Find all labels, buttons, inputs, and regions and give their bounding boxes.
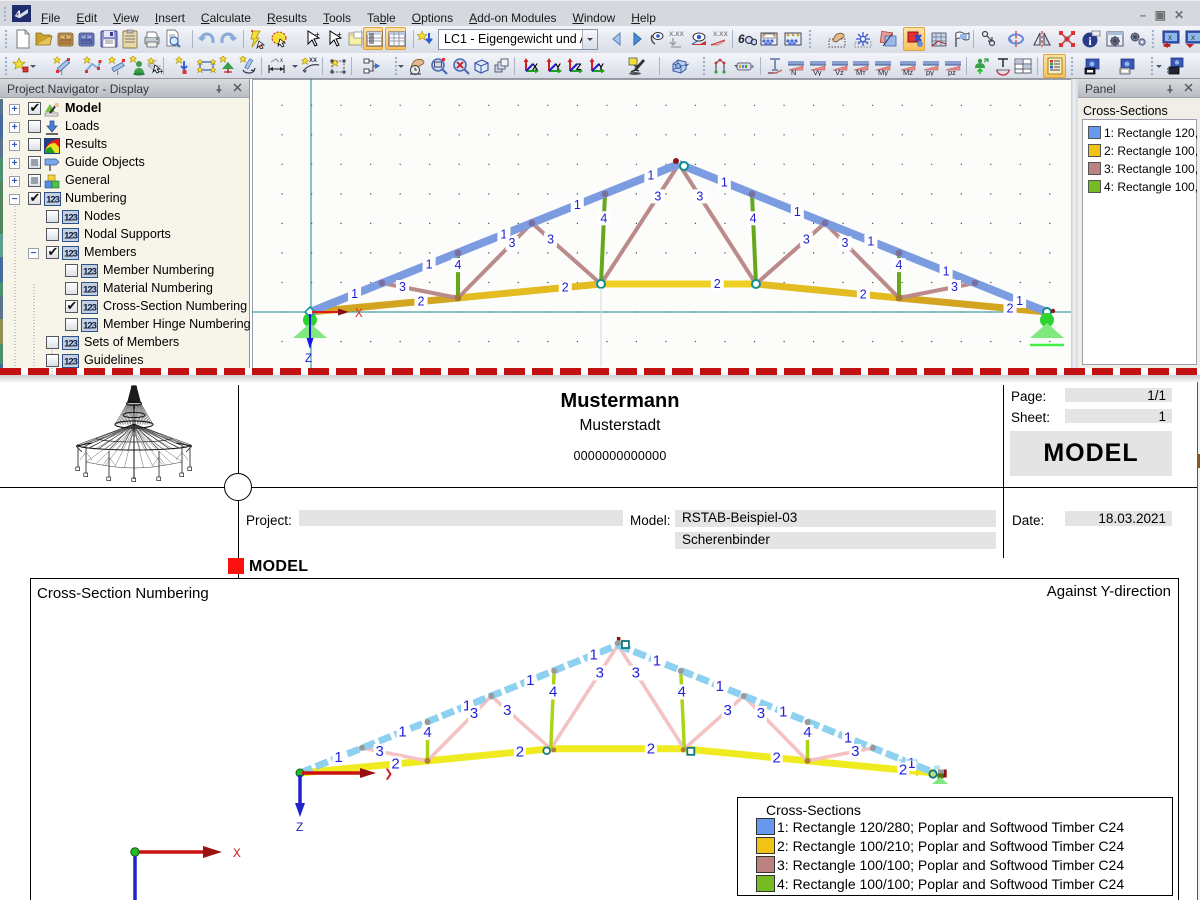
- svg-text:3: 3: [503, 702, 511, 719]
- svg-text:4: 4: [455, 258, 462, 272]
- svg-text:4: 4: [750, 211, 757, 225]
- svg-text:2: 2: [562, 281, 569, 295]
- svg-text:4: 4: [15, 7, 21, 21]
- svg-text:1: 1: [590, 646, 598, 663]
- svg-text:6: 6: [738, 32, 745, 46]
- svg-text:123: 123: [64, 213, 78, 224]
- svg-text:N: N: [791, 68, 796, 76]
- svg-text:4: 4: [896, 258, 903, 272]
- svg-text:2: 2: [714, 277, 721, 291]
- svg-text:Z: Z: [296, 820, 303, 834]
- svg-text:I: I: [117, 71, 119, 76]
- svg-text:Z: Z: [305, 353, 312, 365]
- svg-text:My: My: [878, 68, 888, 76]
- svg-text:123: 123: [83, 285, 97, 296]
- svg-text:1: 1: [574, 198, 581, 212]
- svg-text:2: 2: [647, 740, 655, 757]
- svg-text:3: 3: [851, 743, 859, 760]
- svg-text:Vy: Vy: [813, 68, 822, 76]
- svg-text:Y: Y: [555, 62, 561, 72]
- svg-text:123: 123: [46, 195, 60, 206]
- svg-text:3: 3: [376, 743, 384, 760]
- svg-text:1: 1: [647, 168, 654, 182]
- svg-text:1: 1: [1016, 294, 1023, 308]
- svg-text:py: py: [926, 68, 934, 76]
- svg-text:2: 2: [899, 762, 907, 779]
- svg-text:3: 3: [547, 233, 554, 247]
- svg-text:2: 2: [1007, 302, 1014, 316]
- svg-text:1: 1: [526, 672, 534, 689]
- svg-text:2: 2: [860, 288, 867, 302]
- svg-text:3: 3: [596, 665, 604, 682]
- svg-text:1: 1: [779, 704, 787, 721]
- svg-text:123: 123: [64, 249, 78, 260]
- svg-text:123: 123: [83, 267, 97, 278]
- svg-text:3: 3: [654, 189, 661, 203]
- svg-text:123: 123: [64, 339, 78, 350]
- svg-text:Vz: Vz: [835, 68, 844, 76]
- svg-text:1: 1: [653, 653, 661, 670]
- svg-text:2: 2: [516, 743, 524, 760]
- svg-text:4: 4: [803, 724, 811, 741]
- svg-text:2: 2: [773, 749, 781, 766]
- svg-text:1: 1: [398, 723, 406, 740]
- svg-text:123: 123: [64, 231, 78, 242]
- svg-text:1: 1: [943, 265, 950, 279]
- svg-text:123: 123: [83, 321, 97, 332]
- svg-text:4: 4: [678, 683, 686, 700]
- svg-text:3: 3: [696, 189, 703, 203]
- svg-text:1: 1: [867, 235, 874, 249]
- svg-text:Z: Z: [576, 62, 582, 72]
- svg-text:1: 1: [351, 287, 358, 301]
- svg-text:X: X: [532, 62, 538, 72]
- svg-text:3: 3: [803, 233, 810, 247]
- svg-text:1: 1: [334, 749, 342, 766]
- svg-text:X: X: [355, 308, 363, 320]
- svg-text:3: 3: [632, 665, 640, 682]
- svg-text:pz: pz: [948, 68, 956, 76]
- svg-text:3: 3: [951, 280, 958, 294]
- svg-text:1: 1: [721, 176, 728, 190]
- svg-text:X: X: [1191, 36, 1195, 42]
- svg-text:3: 3: [509, 236, 516, 250]
- svg-text:X.XX: X.XX: [713, 31, 728, 38]
- svg-text:3: 3: [399, 280, 406, 294]
- svg-text:123: 123: [64, 357, 78, 368]
- svg-text:+: +: [337, 30, 342, 39]
- svg-text:X: X: [1168, 36, 1172, 42]
- svg-text:Mᴛ: Mᴛ: [856, 68, 866, 76]
- svg-text:XX: XX: [309, 58, 317, 64]
- svg-text:Mz: Mz: [903, 68, 913, 76]
- svg-text:3: 3: [470, 705, 478, 722]
- svg-text:4: 4: [423, 724, 431, 741]
- svg-text:1: 1: [716, 678, 724, 695]
- svg-text:4: 4: [549, 683, 557, 700]
- svg-text:Y: Y: [598, 62, 604, 72]
- svg-text:2: 2: [418, 295, 425, 309]
- svg-text:+: +: [315, 30, 320, 39]
- svg-text:1: 1: [426, 257, 433, 271]
- svg-text:❯: ❯: [384, 768, 393, 780]
- svg-text:123: 123: [83, 303, 97, 314]
- svg-text:1: 1: [794, 205, 801, 219]
- svg-text:3: 3: [842, 236, 849, 250]
- svg-text:I: I: [61, 71, 63, 76]
- svg-text:3: 3: [757, 705, 765, 722]
- svg-text:4: 4: [600, 211, 607, 225]
- svg-text:3: 3: [724, 702, 732, 719]
- svg-text:x: x: [280, 58, 283, 64]
- svg-text:X.XX: X.XX: [669, 31, 684, 38]
- svg-text:X: X: [233, 846, 241, 861]
